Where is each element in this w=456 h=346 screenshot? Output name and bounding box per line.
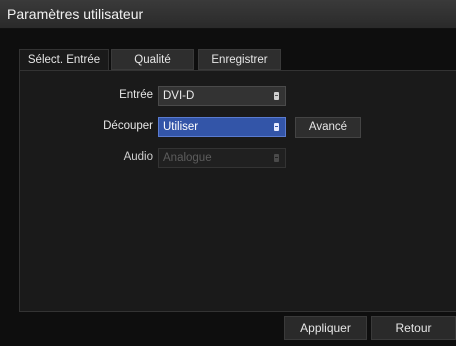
tab-record[interactable]: Enregistrer bbox=[198, 49, 281, 70]
crop-label: Découper bbox=[103, 120, 153, 132]
advanced-button[interactable]: Avancé bbox=[295, 117, 361, 138]
input-label: Entrée bbox=[119, 89, 153, 101]
audio-select-value: Analogue bbox=[163, 152, 212, 164]
dropdown-icon bbox=[274, 154, 279, 162]
audio-label: Audio bbox=[123, 151, 153, 163]
settings-window: Paramètres utilisateur Sélect. Entrée Qu… bbox=[0, 0, 456, 346]
audio-select[interactable]: Analogue bbox=[158, 148, 286, 168]
input-select-value: DVI-D bbox=[163, 90, 195, 102]
tab-panel bbox=[19, 70, 456, 312]
apply-button[interactable]: Appliquer bbox=[284, 316, 367, 340]
tab-quality[interactable]: Qualité bbox=[111, 49, 194, 70]
tab-input-select[interactable]: Sélect. Entrée bbox=[19, 49, 109, 70]
back-button[interactable]: Retour bbox=[371, 316, 456, 340]
dropdown-icon bbox=[274, 92, 279, 100]
title-bar: Paramètres utilisateur bbox=[0, 0, 456, 29]
window-title: Paramètres utilisateur bbox=[7, 6, 144, 22]
dropdown-icon bbox=[274, 123, 279, 131]
input-select[interactable]: DVI-D bbox=[158, 86, 286, 106]
crop-select-value: Utiliser bbox=[163, 121, 199, 133]
crop-select[interactable]: Utiliser bbox=[158, 117, 286, 137]
